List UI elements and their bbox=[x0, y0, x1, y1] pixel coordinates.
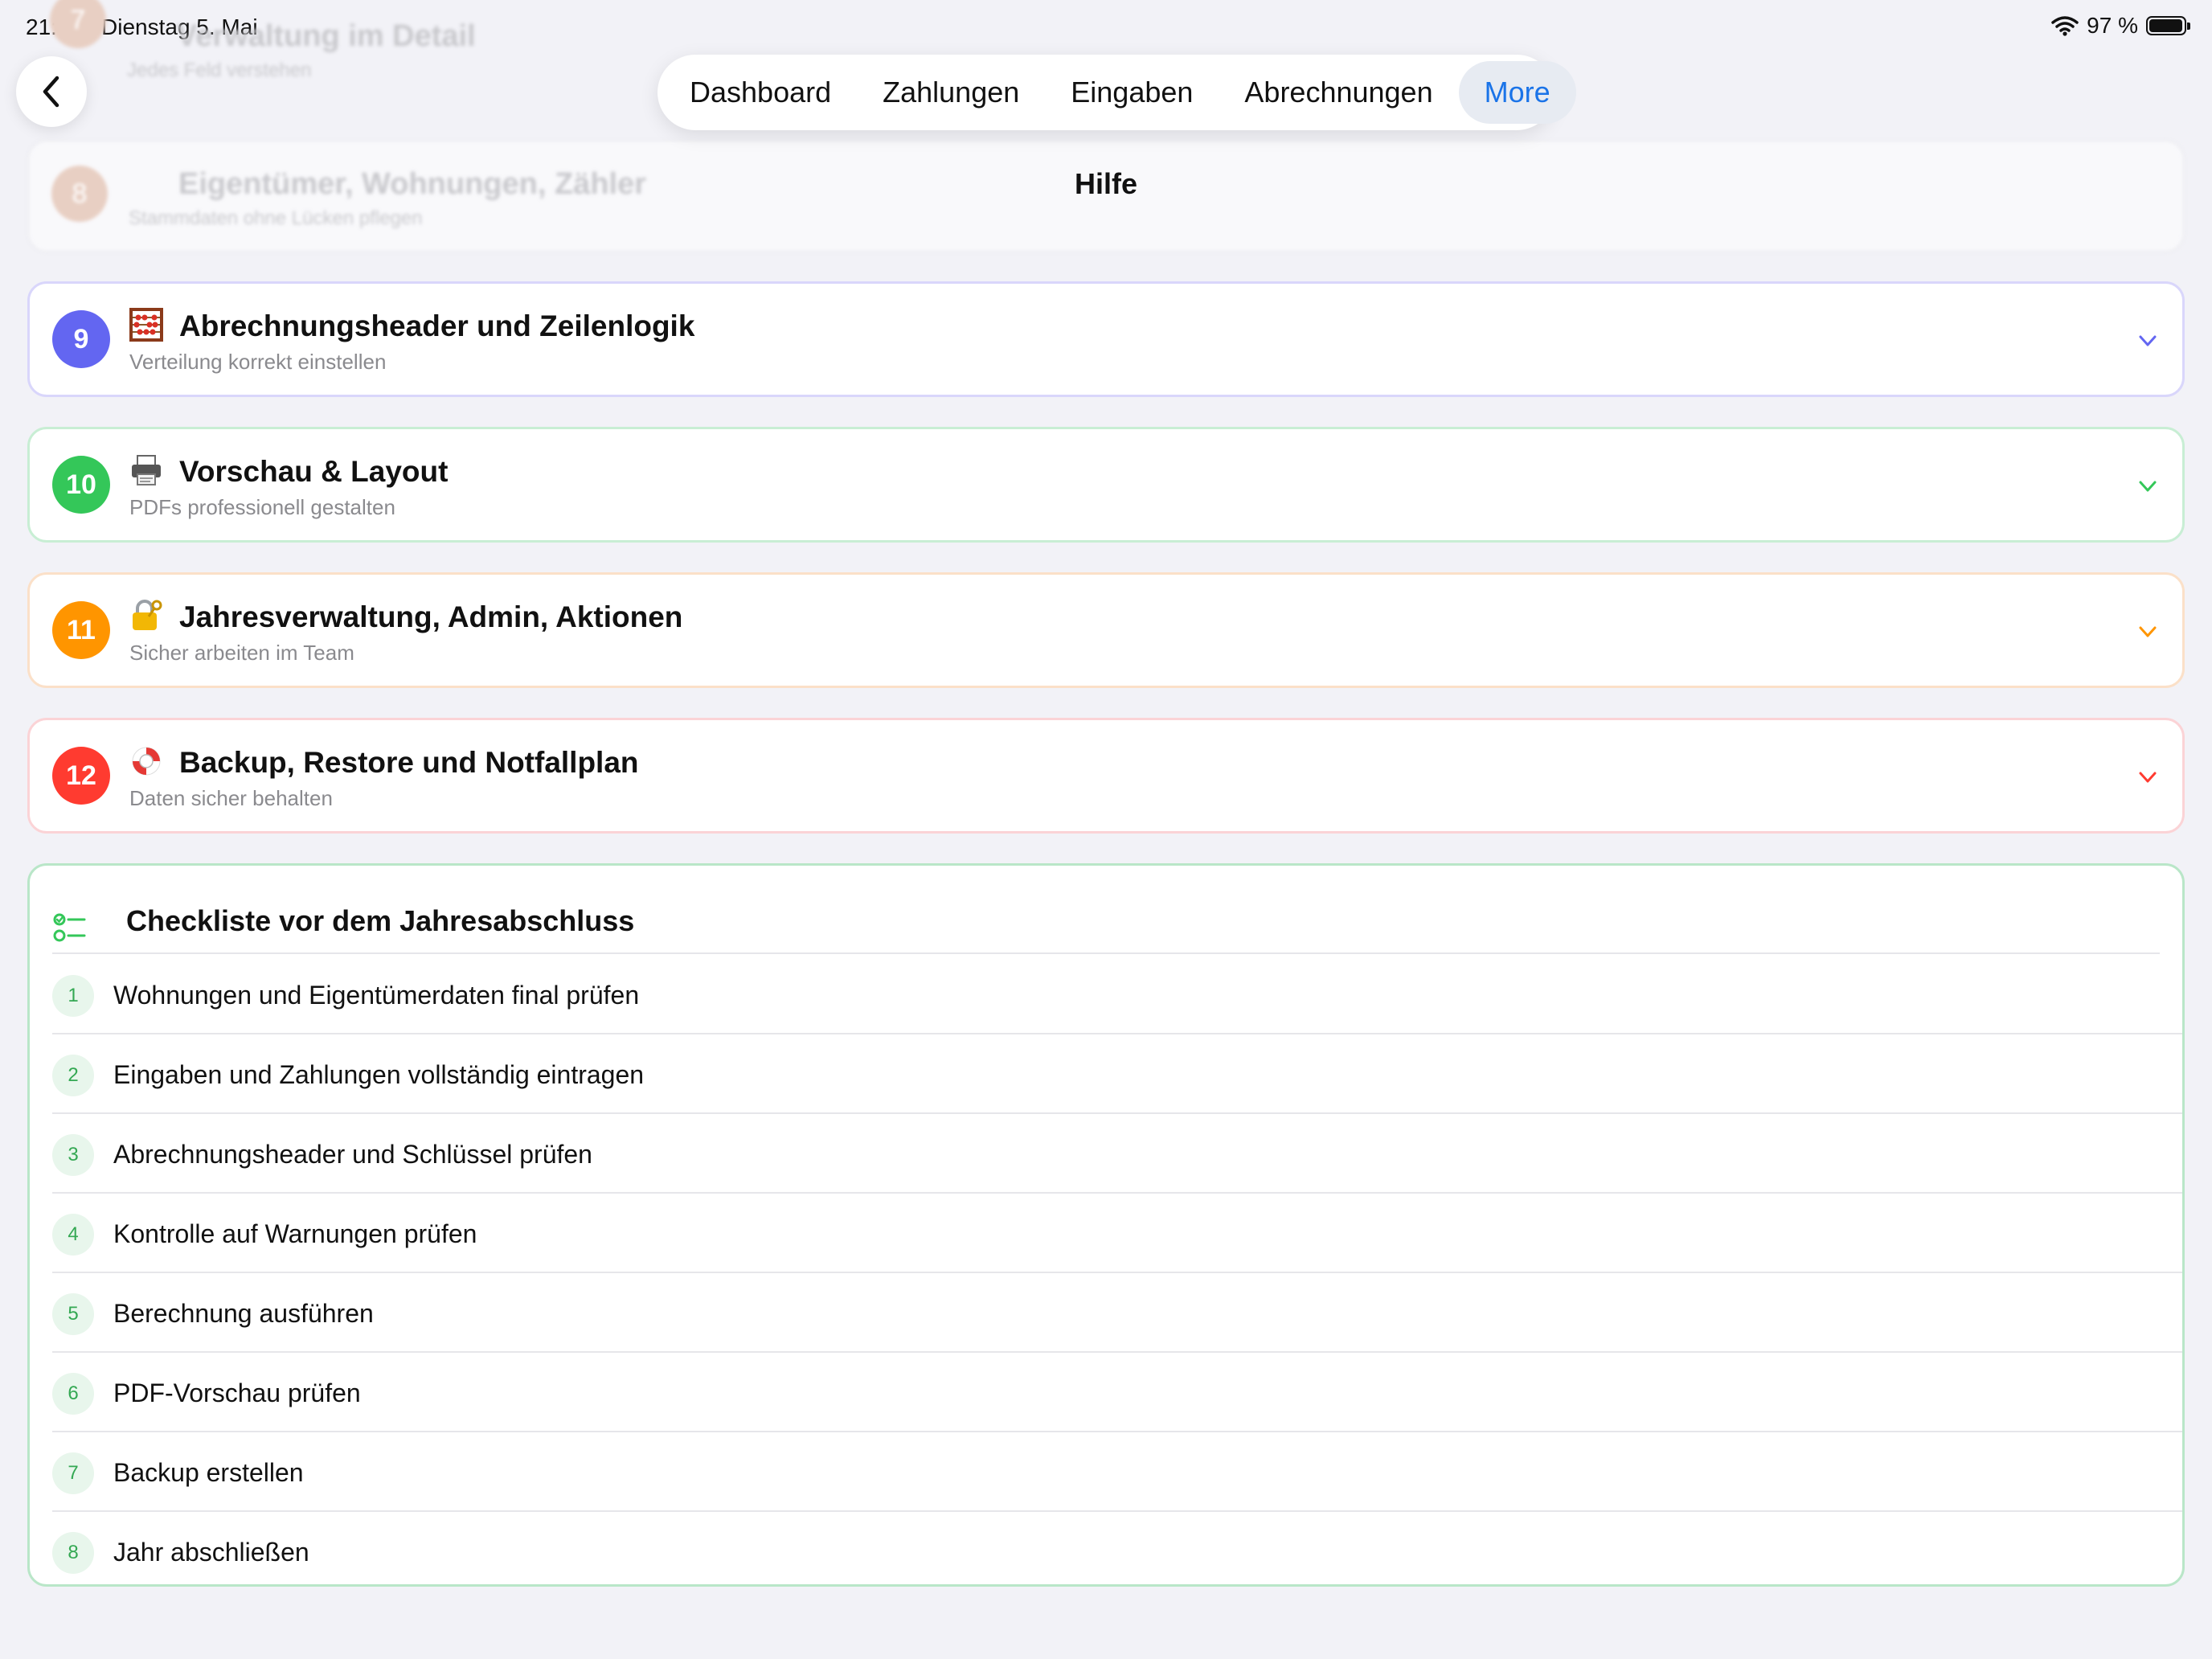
lifebuoy-icon bbox=[132, 747, 161, 776]
ghost-section-title: Verwaltung im Detail bbox=[177, 19, 476, 53]
checklist-item-text: Wohnungen und Eigentümerdaten final prüf… bbox=[113, 981, 640, 1010]
checklist-item-number: 1 bbox=[52, 975, 94, 1017]
tab-more[interactable]: More bbox=[1458, 61, 1576, 124]
checklist-item-text: Jahr abschließen bbox=[113, 1538, 309, 1567]
section-subtitle: Sicher arbeiten im Team bbox=[129, 641, 354, 665]
section-subtitle: PDFs professionell gestalten bbox=[129, 495, 395, 519]
checklist-item-text: Backup erstellen bbox=[113, 1458, 304, 1487]
section-subtitle: Verteilung korrekt einstellen bbox=[129, 350, 387, 374]
section-title: Vorschau & Layout bbox=[179, 455, 449, 488]
checklist-item: 6 PDF-Vorschau prüfen bbox=[52, 1352, 2182, 1432]
checklist-item-text: Abrechnungsheader und Schlüssel prüfen bbox=[113, 1140, 592, 1169]
section-number-badge: 10 bbox=[52, 456, 110, 514]
checklist-item-text: Kontrolle auf Warnungen prüfen bbox=[113, 1219, 477, 1248]
tab-eingaben[interactable]: Eingaben bbox=[1045, 61, 1219, 124]
section-card-9[interactable]: 9 Abrechnungsheader und Zeilenlogik Vert… bbox=[27, 281, 2185, 397]
checklist-header: Checkliste vor dem Jahresabschluss bbox=[52, 888, 2160, 954]
back-button[interactable] bbox=[16, 56, 87, 127]
chevron-down-icon bbox=[2139, 481, 2157, 492]
lock-key-icon bbox=[133, 600, 162, 630]
checklist-item: 7 Backup erstellen bbox=[52, 1432, 2182, 1512]
chevron-down-icon bbox=[2139, 772, 2157, 783]
page-title: Hilfe bbox=[1074, 167, 1137, 200]
checklist-item: 8 Jahr abschließen bbox=[52, 1511, 2182, 1590]
tab-bar: Dashboard Zahlungen Eingaben Abrechnunge… bbox=[657, 55, 1576, 130]
chevron-down-icon bbox=[2139, 626, 2157, 637]
section-subtitle: Daten sicher behalten bbox=[129, 786, 333, 810]
tab-abrechnungen[interactable]: Abrechnungen bbox=[1219, 61, 1458, 124]
checklist-item-number: 8 bbox=[52, 1532, 94, 1574]
section-title: Backup, Restore und Notfallplan bbox=[179, 746, 639, 779]
section-title: Abrechnungsheader und Zeilenlogik bbox=[179, 309, 695, 342]
checklist-item-number: 3 bbox=[52, 1134, 94, 1176]
section-number-badge: 12 bbox=[52, 747, 110, 805]
tab-dashboard[interactable]: Dashboard bbox=[664, 61, 857, 124]
ghost-section-subtitle: Stammdaten ohne Lücken pflegen bbox=[129, 207, 423, 229]
checklist-item-text: PDF-Vorschau prüfen bbox=[113, 1378, 361, 1407]
section-card-11[interactable]: 11 Jahresverwaltung, Admin, Aktionen Sic… bbox=[27, 572, 2185, 688]
section-number-badge: 11 bbox=[52, 601, 110, 659]
checklist-item-text: Berechnung ausführen bbox=[113, 1299, 374, 1328]
chevron-left-icon bbox=[43, 76, 59, 108]
section-title: Jahresverwaltung, Admin, Aktionen bbox=[179, 600, 683, 633]
checklist-title: Checkliste vor dem Jahresabschluss bbox=[126, 904, 635, 937]
checklist-item: 2 Eingaben und Zahlungen vollständig ein… bbox=[52, 1034, 2182, 1114]
checklist-item-number: 4 bbox=[52, 1214, 94, 1256]
section-card-10[interactable]: 10 Vorschau & Layout PDFs professionell … bbox=[27, 427, 2185, 543]
checklist-item: 1 Wohnungen und Eigentümerdaten final pr… bbox=[52, 954, 2182, 1034]
section-card-12[interactable]: 12 Backup, Restore und Notfallplan Daten… bbox=[27, 718, 2185, 834]
checklist-item-number: 5 bbox=[52, 1293, 94, 1335]
checklist-item-text: Eingaben und Zahlungen vollständig eintr… bbox=[113, 1060, 645, 1089]
ghost-section-subtitle: Jedes Feld verstehen bbox=[127, 59, 312, 81]
checklist-item: 5 Berechnung ausführen bbox=[52, 1272, 2182, 1353]
checklist-item-number: 7 bbox=[52, 1452, 94, 1494]
checklist-card: Checkliste vor dem Jahresabschluss 1 Woh… bbox=[27, 863, 2185, 1587]
tab-zahlungen[interactable]: Zahlungen bbox=[857, 61, 1045, 124]
ghost-section-number: 7 bbox=[50, 0, 106, 48]
checklist-icon bbox=[53, 913, 86, 942]
checklist-item: 3 Abrechnungsheader und Schlüssel prüfen bbox=[52, 1113, 2182, 1194]
checklist-item-number: 6 bbox=[52, 1373, 94, 1415]
checklist-item: 4 Kontrolle auf Warnungen prüfen bbox=[52, 1193, 2182, 1273]
chevron-down-icon bbox=[2139, 335, 2157, 346]
abacus-icon bbox=[129, 308, 163, 342]
section-number-badge: 9 bbox=[52, 310, 110, 368]
checklist-item-number: 2 bbox=[52, 1055, 94, 1096]
printer-icon bbox=[132, 455, 161, 485]
